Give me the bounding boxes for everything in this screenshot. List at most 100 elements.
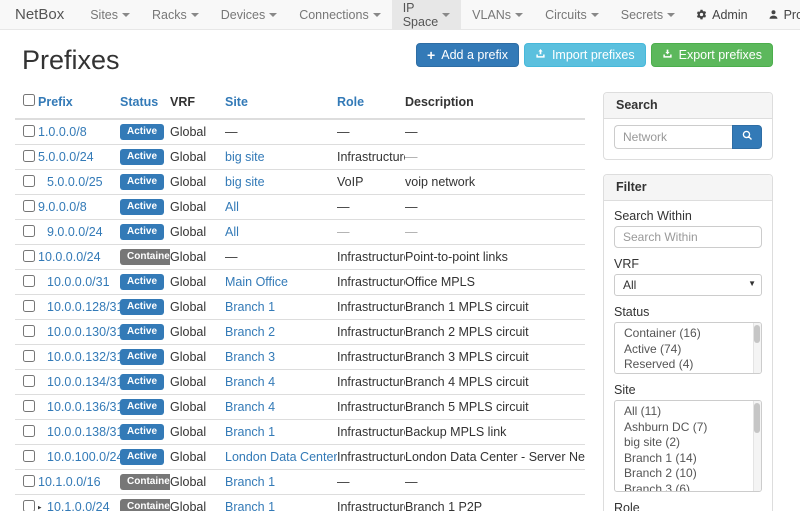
site-link[interactable]: Branch 4 bbox=[225, 375, 275, 389]
export-prefixes-button[interactable]: Export prefixes bbox=[651, 43, 773, 67]
sort-prefix-header[interactable]: Prefix bbox=[38, 95, 73, 109]
prefix-link[interactable]: 10.0.0.128/31 bbox=[47, 300, 120, 314]
row-checkbox[interactable] bbox=[23, 375, 35, 387]
description-value: Point-to-point links bbox=[405, 250, 508, 264]
prefix-link[interactable]: 10.0.0.136/31 bbox=[47, 400, 120, 414]
nav-item-vlans[interactable]: VLANs bbox=[461, 0, 534, 29]
site-link[interactable]: London Data Center bbox=[225, 450, 337, 464]
nav-item-circuits[interactable]: Circuits bbox=[534, 0, 610, 29]
prefix-link[interactable]: 10.0.0.130/31 bbox=[47, 325, 120, 339]
filter-option[interactable]: Active (74) bbox=[615, 342, 761, 358]
row-checkbox[interactable] bbox=[23, 250, 35, 262]
row-checkbox[interactable] bbox=[23, 500, 35, 511]
row-checkbox[interactable] bbox=[23, 400, 35, 412]
status-badge: Active bbox=[120, 174, 164, 190]
prefix-link[interactable]: 10.0.0.0/31 bbox=[47, 275, 110, 289]
row-checkbox[interactable] bbox=[23, 200, 35, 212]
status-badge: Active bbox=[120, 424, 164, 440]
site-link[interactable]: Branch 1 bbox=[225, 475, 275, 489]
row-checkbox[interactable] bbox=[23, 125, 35, 137]
site-link[interactable]: Branch 2 bbox=[225, 325, 275, 339]
brand-link[interactable]: NetBox bbox=[0, 0, 79, 29]
search-within-label: Search Within bbox=[614, 209, 762, 223]
profile-link[interactable]: Profile bbox=[758, 0, 800, 29]
prefix-link[interactable]: 9.0.0.0/8 bbox=[38, 200, 87, 214]
admin-link[interactable]: Admin bbox=[686, 0, 757, 29]
site-link[interactable]: All bbox=[225, 200, 239, 214]
site-listbox[interactable]: All (11)Ashburn DC (7)big site (2)Branch… bbox=[614, 400, 762, 492]
nav-item-sites[interactable]: Sites bbox=[79, 0, 141, 29]
prefix-link[interactable]: 10.0.0.138/31 bbox=[47, 425, 120, 439]
nav-item-racks[interactable]: Racks bbox=[141, 0, 210, 29]
sort-site-header[interactable]: Site bbox=[225, 95, 248, 109]
filter-option[interactable]: Deprecated (1) bbox=[615, 373, 761, 375]
row-checkbox[interactable] bbox=[23, 300, 35, 312]
prefix-link[interactable]: 10.0.100.0/24 bbox=[47, 450, 120, 464]
row-checkbox[interactable] bbox=[23, 325, 35, 337]
status-badge: Active bbox=[120, 374, 164, 390]
filter-option[interactable]: Container (16) bbox=[615, 326, 761, 342]
nav-item-connections[interactable]: Connections bbox=[288, 0, 392, 29]
prefix-link[interactable]: 10.1.0.0/16 bbox=[38, 475, 101, 489]
search-within-input[interactable] bbox=[614, 226, 762, 248]
prefix-link[interactable]: 5.0.0.0/25 bbox=[47, 175, 103, 189]
row-checkbox[interactable] bbox=[23, 150, 35, 162]
prefix-link[interactable]: 10.1.0.0/24 bbox=[47, 500, 110, 511]
site-link[interactable]: Main Office bbox=[225, 275, 288, 289]
site-link[interactable]: Branch 3 bbox=[225, 350, 275, 364]
filter-option[interactable]: All (11) bbox=[615, 404, 761, 420]
nav-item-devices[interactable]: Devices bbox=[210, 0, 288, 29]
navbar: NetBox Sites RacksDevicesConnectionsIP Sp… bbox=[0, 0, 800, 30]
row-checkbox[interactable] bbox=[23, 350, 35, 362]
table-row: 10.0.0.138/31ActiveGlobalBranch 1Infrast… bbox=[15, 420, 585, 445]
prefix-link[interactable]: 10.0.0.132/31 bbox=[47, 350, 120, 364]
site-link[interactable]: big site bbox=[225, 175, 265, 189]
filter-panel: Filter Search Within VRF All ▼ Status Co… bbox=[603, 174, 773, 511]
description-value: Backup MPLS link bbox=[405, 425, 506, 439]
filter-option[interactable]: Branch 3 (6) bbox=[615, 482, 761, 493]
scrollbar-thumb[interactable] bbox=[754, 403, 760, 433]
prefix-link[interactable]: 1.0.0.0/8 bbox=[38, 125, 87, 139]
nav-item-label: Sites bbox=[90, 8, 118, 22]
search-button[interactable] bbox=[732, 125, 762, 149]
site-link[interactable]: Branch 1 bbox=[225, 425, 275, 439]
site-link[interactable]: Branch 4 bbox=[225, 400, 275, 414]
sort-status-header[interactable]: Status bbox=[120, 95, 158, 109]
row-checkbox[interactable] bbox=[23, 450, 35, 462]
search-input[interactable] bbox=[614, 125, 732, 149]
prefix-link[interactable]: 10.0.0.134/31 bbox=[47, 375, 120, 389]
row-checkbox[interactable] bbox=[23, 275, 35, 287]
import-prefixes-button[interactable]: Import prefixes bbox=[524, 43, 646, 67]
filter-option[interactable]: Reserved (4) bbox=[615, 357, 761, 373]
filter-option[interactable]: Branch 2 (10) bbox=[615, 466, 761, 482]
prefix-link[interactable]: 9.0.0.0/24 bbox=[47, 225, 103, 239]
role-value: Infrastructure bbox=[337, 425, 405, 439]
nav-item-label: VLANs bbox=[472, 8, 511, 22]
sidebar: Search Filter Search Within VRF bbox=[603, 92, 773, 511]
prefix-link[interactable]: 10.0.0.0/24 bbox=[38, 250, 101, 264]
filter-option[interactable]: Ashburn DC (7) bbox=[615, 420, 761, 436]
site-link[interactable]: Branch 1 bbox=[225, 300, 275, 314]
filter-option[interactable]: Branch 1 (14) bbox=[615, 451, 761, 467]
row-checkbox[interactable] bbox=[23, 425, 35, 437]
role-value: Infrastructure bbox=[337, 300, 405, 314]
filter-option[interactable]: big site (2) bbox=[615, 435, 761, 451]
site-link[interactable]: Branch 1 bbox=[225, 500, 275, 511]
row-checkbox[interactable] bbox=[23, 475, 35, 487]
site-link[interactable]: All bbox=[225, 225, 239, 239]
vrf-select[interactable]: All ▼ bbox=[614, 274, 762, 296]
row-checkbox[interactable] bbox=[23, 175, 35, 187]
select-all-checkbox[interactable] bbox=[23, 94, 35, 106]
plus-icon: + bbox=[427, 48, 435, 62]
nav-item-secrets[interactable]: Secrets bbox=[610, 0, 686, 29]
sort-role-header[interactable]: Role bbox=[337, 95, 364, 109]
add-prefix-label: Add a prefix bbox=[441, 48, 508, 62]
site-filter-label: Site bbox=[614, 383, 762, 397]
scrollbar-thumb[interactable] bbox=[754, 325, 760, 343]
prefix-link[interactable]: 5.0.0.0/24 bbox=[38, 150, 94, 164]
site-link[interactable]: big site bbox=[225, 150, 265, 164]
add-prefix-button[interactable]: + Add a prefix bbox=[416, 43, 519, 67]
status-listbox[interactable]: Container (16)Active (74)Reserved (4)Dep… bbox=[614, 322, 762, 374]
row-checkbox[interactable] bbox=[23, 225, 35, 237]
nav-item-ip-space[interactable]: IP Space bbox=[392, 0, 461, 29]
